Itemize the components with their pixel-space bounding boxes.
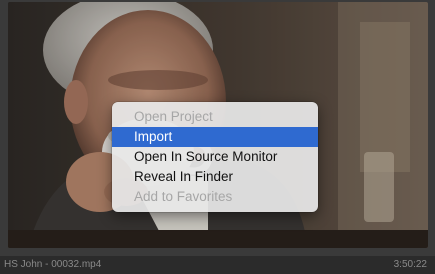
menu-item-add-to-favorites[interactable]: Add to Favorites [112, 187, 318, 207]
menu-item-reveal-in-finder[interactable]: Reveal In Finder [112, 167, 318, 187]
menu-item-open-project[interactable]: Open Project [112, 107, 318, 127]
clip-name: HS John - 00032.mp4 [4, 259, 102, 270]
menu-item-import[interactable]: Import [112, 127, 318, 147]
clip-duration: 3:50:22 [393, 259, 427, 270]
clip-caption-bar: HS John - 00032.mp4 3:50:22 [0, 256, 435, 274]
context-menu: Open Project Import Open In Source Monit… [112, 102, 318, 212]
media-browser-panel: Open Project Import Open In Source Monit… [0, 0, 435, 274]
menu-item-open-in-source-monitor[interactable]: Open In Source Monitor [112, 147, 318, 167]
